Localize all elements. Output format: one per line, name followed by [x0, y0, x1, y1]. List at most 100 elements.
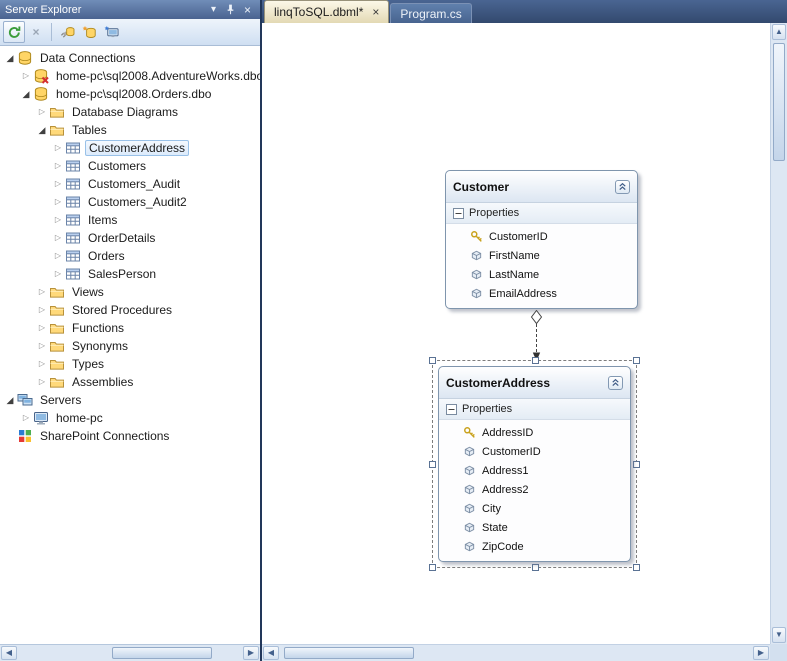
collapsed-icon[interactable]: ▷ — [35, 103, 49, 121]
tree-item-tables[interactable]: ◢ Tables — [0, 121, 260, 139]
resize-handle-n[interactable] — [532, 357, 539, 364]
create-new-sql-database-button[interactable] — [78, 21, 100, 43]
tree-item-table-customers-audit[interactable]: ▷ Customers_Audit — [0, 175, 260, 193]
property-row[interactable]: ZipCode — [439, 537, 630, 556]
selection-rectangle: CustomerAddress Properties AddressID Cus… — [429, 357, 640, 571]
scrollbar-thumb[interactable] — [773, 43, 785, 161]
collapsed-icon[interactable]: ▷ — [19, 67, 33, 85]
property-row[interactable]: AddressID — [439, 423, 630, 442]
collapsed-icon[interactable]: ▷ — [51, 193, 65, 211]
property-row[interactable]: CustomerID — [439, 442, 630, 461]
expanded-icon[interactable]: ◢ — [19, 85, 33, 103]
entity-customer[interactable]: Customer Properties CustomerID FirstName — [445, 170, 638, 309]
connect-to-server-button[interactable] — [100, 21, 122, 43]
tree-item-table-customers[interactable]: ▷ Customers — [0, 157, 260, 175]
collapsed-icon[interactable]: ▷ — [51, 247, 65, 265]
stop-refresh-button[interactable]: × — [25, 21, 47, 43]
expanded-icon[interactable]: ◢ — [3, 391, 17, 409]
expanded-icon[interactable]: ◢ — [35, 121, 49, 139]
collapsed-icon[interactable]: ▷ — [35, 319, 49, 337]
scroll-left-button[interactable]: ◀ — [263, 646, 279, 660]
collapsed-icon[interactable]: ▷ — [35, 373, 49, 391]
designer-vertical-scrollbar[interactable]: ▲ ▼ — [770, 23, 787, 644]
document-tabstrip: linqToSQL.dbml* × Program.cs — [262, 0, 787, 23]
tree-item-functions[interactable]: ▷ Functions — [0, 319, 260, 337]
property-row[interactable]: State — [439, 518, 630, 537]
collapsed-icon[interactable]: ▷ — [35, 301, 49, 319]
tree-item-table-orders[interactable]: ▷ Orders — [0, 247, 260, 265]
property-row[interactable]: Address1 — [439, 461, 630, 480]
refresh-button[interactable] — [3, 21, 25, 43]
scroll-down-button[interactable]: ▼ — [772, 627, 786, 643]
resize-handle-e[interactable] — [633, 461, 640, 468]
designer-surface[interactable]: Customer Properties CustomerID FirstName — [262, 23, 770, 644]
tree-item-table-customers-audit2[interactable]: ▷ Customers_Audit2 — [0, 193, 260, 211]
tree-item-synonyms[interactable]: ▷ Synonyms — [0, 337, 260, 355]
tree-item-table-orderdetails[interactable]: ▷ OrderDetails — [0, 229, 260, 247]
designer-horizontal-scrollbar[interactable]: ◀ ▶ — [262, 644, 770, 661]
property-row[interactable]: FirstName — [446, 246, 637, 265]
server-explorer-tree: ◢ Data Connections ▷ home-pc\sql2008.Adv… — [0, 46, 260, 644]
property-row[interactable]: LastName — [446, 265, 637, 284]
key-icon — [470, 230, 483, 243]
collapsed-icon[interactable]: ▷ — [51, 211, 65, 229]
scroll-left-button[interactable]: ◀ — [1, 646, 17, 660]
window-position-menu-icon[interactable]: ▾ — [206, 2, 221, 17]
tree-item-servers[interactable]: ◢ Servers — [0, 391, 260, 409]
resize-handle-nw[interactable] — [429, 357, 436, 364]
tree-item-table-items[interactable]: ▷ Items — [0, 211, 260, 229]
tab-close-icon[interactable]: × — [372, 6, 379, 18]
collapse-chevron-button[interactable] — [608, 375, 623, 390]
resize-handle-se[interactable] — [633, 564, 640, 571]
scroll-right-button[interactable]: ▶ — [243, 646, 259, 660]
scrollbar-thumb[interactable] — [284, 647, 414, 659]
tree-item-data-connections[interactable]: ◢ Data Connections — [0, 49, 260, 67]
property-row[interactable]: City — [439, 499, 630, 518]
collapsed-icon[interactable]: ▷ — [35, 283, 49, 301]
resize-handle-sw[interactable] — [429, 564, 436, 571]
connect-to-database-button[interactable] — [56, 21, 78, 43]
scroll-up-button[interactable]: ▲ — [772, 24, 786, 40]
resize-handle-ne[interactable] — [633, 357, 640, 364]
scrollbar-thumb[interactable] — [112, 647, 212, 659]
section-collapse-icon[interactable] — [446, 404, 457, 415]
table-icon — [65, 230, 81, 246]
collapse-chevron-button[interactable] — [615, 179, 630, 194]
collapsed-icon[interactable]: ▷ — [51, 175, 65, 193]
collapsed-icon[interactable]: ▷ — [51, 157, 65, 175]
tree-item-assemblies[interactable]: ▷ Assemblies — [0, 373, 260, 391]
tree-item-views[interactable]: ▷ Views — [0, 283, 260, 301]
data-connections-icon — [17, 50, 33, 66]
collapsed-icon[interactable]: ▷ — [35, 355, 49, 373]
collapsed-icon[interactable]: ▷ — [35, 337, 49, 355]
collapsed-icon[interactable]: ▷ — [51, 265, 65, 283]
tree-item-types[interactable]: ▷ Types — [0, 355, 260, 373]
close-panel-icon[interactable]: × — [240, 2, 255, 17]
server-explorer-horizontal-scrollbar[interactable]: ◀ ▶ — [0, 644, 260, 661]
tree-item-home-pc[interactable]: ▷ home-pc — [0, 409, 260, 427]
tree-item-table-salesperson[interactable]: ▷ SalesPerson — [0, 265, 260, 283]
tab-program-cs[interactable]: Program.cs — [390, 3, 472, 23]
collapsed-icon[interactable]: ▷ — [51, 139, 65, 157]
resize-handle-s[interactable] — [532, 564, 539, 571]
property-row[interactable]: EmailAddress — [446, 284, 637, 303]
tree-item-table-customeraddress[interactable]: ▷ CustomerAddress — [0, 139, 260, 157]
association-connector[interactable] — [530, 310, 543, 362]
resize-handle-w[interactable] — [429, 461, 436, 468]
table-icon — [65, 212, 81, 228]
collapsed-icon[interactable]: ▷ — [51, 229, 65, 247]
collapsed-icon[interactable]: ▷ — [19, 409, 33, 427]
property-row[interactable]: Address2 — [439, 480, 630, 499]
entity-customeraddress[interactable]: CustomerAddress Properties AddressID Cus… — [438, 366, 631, 562]
expanded-icon[interactable]: ◢ — [3, 49, 17, 67]
tree-item-sharepoint-connections[interactable]: SharePoint Connections — [0, 427, 260, 445]
scroll-right-button[interactable]: ▶ — [753, 646, 769, 660]
tab-linqtosql-dbml[interactable]: linqToSQL.dbml* × — [264, 0, 390, 23]
property-row[interactable]: CustomerID — [446, 227, 637, 246]
auto-hide-pin-icon[interactable] — [223, 2, 238, 17]
tree-item-adventureworks-connection[interactable]: ▷ home-pc\sql2008.AdventureWorks.dbo — [0, 67, 260, 85]
tree-item-orders-connection[interactable]: ◢ home-pc\sql2008.Orders.dbo — [0, 85, 260, 103]
tree-item-stored-procedures[interactable]: ▷ Stored Procedures — [0, 301, 260, 319]
tree-item-database-diagrams[interactable]: ▷ Database Diagrams — [0, 103, 260, 121]
section-collapse-icon[interactable] — [453, 208, 464, 219]
